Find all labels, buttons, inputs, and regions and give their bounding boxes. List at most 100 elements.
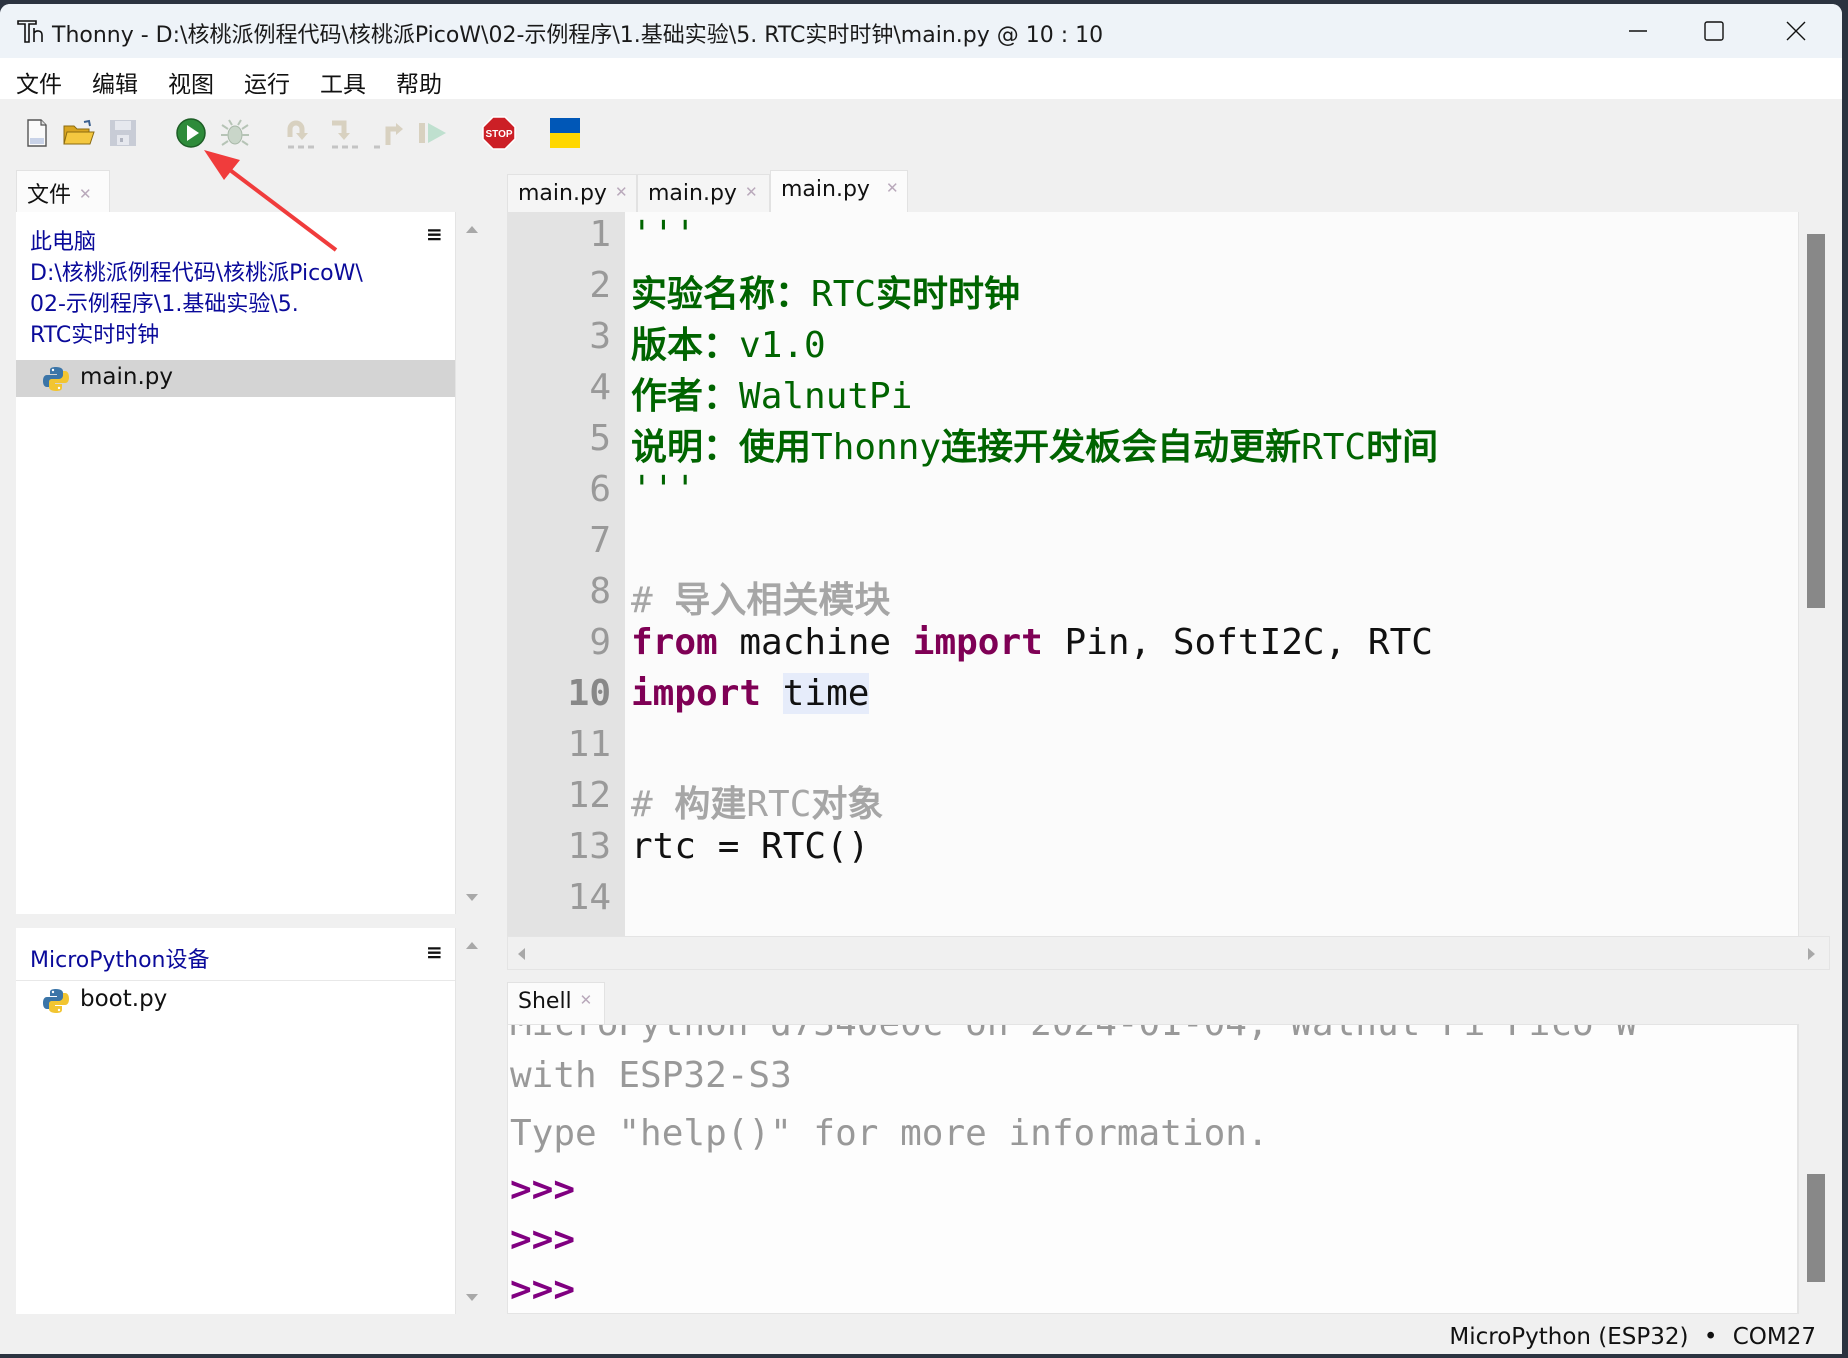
support-ukraine-button[interactable]: [548, 116, 582, 150]
code-line: 实验名称：RTC实时时钟: [631, 265, 1020, 317]
shell-vertical-scrollbar[interactable]: [1798, 1024, 1831, 1314]
scroll-left-icon[interactable]: [518, 948, 525, 960]
device-files-panel: MicroPython设备 ≡ boot.py: [16, 928, 455, 1314]
minimize-button[interactable]: [1600, 4, 1676, 58]
code-line: import time: [631, 673, 870, 714]
scrollbar-thumb[interactable]: [1807, 234, 1825, 608]
port-label: COM27: [1732, 1324, 1816, 1350]
code-line: 说明：使用Thonny连接开发板会自动更新RTC时间: [631, 418, 1438, 470]
menu-edit[interactable]: 编辑: [92, 65, 138, 99]
interpreter-status[interactable]: MicroPython (ESP32) • COM27: [1449, 1324, 1816, 1350]
open-file-button[interactable]: [62, 116, 96, 150]
line-number: 14: [567, 877, 611, 918]
code-token: #: [631, 784, 675, 825]
code-line: from machine import Pin, SoftI2C, RTC: [631, 622, 1433, 663]
device-panel-scrollbar[interactable]: [455, 928, 489, 1314]
close-icon[interactable]: ✕: [580, 991, 593, 1009]
code-line: ''': [631, 214, 696, 255]
editor-tab[interactable]: main.py ✕: [507, 174, 637, 212]
device-header[interactable]: MicroPython设备: [30, 942, 209, 974]
file-name: main.py: [80, 364, 173, 390]
python-file-icon: [43, 367, 69, 391]
code-line: # 导入相关模块: [631, 571, 890, 623]
code-token: 连接开发板会自动更新: [941, 427, 1302, 468]
status-separator: •: [1703, 1324, 1718, 1350]
menu-file[interactable]: 文件: [16, 65, 62, 99]
scroll-right-icon[interactable]: [1808, 948, 1815, 960]
line-number: 12: [567, 775, 611, 816]
tab-files[interactable]: 文件 ✕: [16, 170, 110, 212]
close-icon[interactable]: ✕: [615, 183, 628, 201]
scrollbar-thumb[interactable]: [1807, 1174, 1825, 1282]
shell-console[interactable]: MicroPython d7340e0c on 2024-01-04; Waln…: [507, 1024, 1798, 1314]
scroll-down-icon[interactable]: [466, 894, 478, 901]
python-file-icon: [43, 989, 69, 1013]
close-icon[interactable]: ✕: [79, 185, 92, 203]
open-folder-icon: [63, 119, 95, 145]
line-number: 13: [567, 826, 611, 867]
tab-shell-label: Shell: [518, 989, 572, 1014]
editor-vertical-scrollbar[interactable]: [1798, 212, 1831, 936]
menu-tools[interactable]: 工具: [320, 65, 366, 99]
maximize-button[interactable]: [1676, 4, 1752, 58]
line-number: 10: [567, 673, 611, 714]
step-over-button[interactable]: [284, 116, 318, 150]
run-button[interactable]: [174, 116, 208, 150]
code-token: 说明：使用: [631, 427, 812, 468]
line-number: 7: [589, 520, 611, 561]
panel-menu-icon[interactable]: ≡: [426, 940, 443, 964]
debug-button[interactable]: [218, 116, 252, 150]
computer-header[interactable]: 此电脑: [30, 224, 96, 256]
window-title: Thonny - D:\核桃派例程代码\核桃派PicoW\02-示例程序\1.基…: [52, 23, 1104, 48]
file-item[interactable]: main.py: [16, 360, 455, 397]
path-segment[interactable]: D:\核桃派例程代码\核桃派PicoW\: [30, 255, 363, 287]
computer-panel-scrollbar[interactable]: [455, 212, 489, 914]
close-icon[interactable]: ✕: [745, 183, 758, 201]
editor-tab-active[interactable]: main.py ✕: [770, 170, 908, 212]
thonny-icon: [16, 18, 46, 44]
path-segment[interactable]: 02-示例程序\1.基础实验\5.: [30, 286, 299, 318]
editor-tab[interactable]: main.py ✕: [637, 174, 770, 212]
code-token: ''': [631, 214, 697, 255]
scroll-up-icon[interactable]: [466, 226, 478, 233]
shell-prompt: >>>: [510, 1169, 576, 1210]
editor-tab-label: main.py: [648, 181, 737, 206]
panel-menu-icon[interactable]: ≡: [426, 222, 443, 246]
line-number: 3: [589, 316, 611, 357]
tab-shell[interactable]: Shell ✕: [507, 982, 605, 1024]
step-out-button[interactable]: [372, 116, 406, 150]
line-number: 9: [589, 622, 611, 663]
menu-view[interactable]: 视图: [168, 65, 214, 99]
editor-tab-label: main.py: [781, 177, 870, 202]
close-icon[interactable]: ✕: [886, 179, 899, 197]
stop-icon: STOP: [482, 116, 516, 150]
save-icon: [110, 120, 136, 146]
new-file-button[interactable]: [20, 116, 54, 150]
code-token: 构建: [674, 784, 747, 825]
step-into-button[interactable]: [328, 116, 362, 150]
scroll-down-icon[interactable]: [466, 1294, 478, 1301]
resume-button[interactable]: [416, 116, 450, 150]
code-token: machine: [717, 622, 913, 663]
code-token: ''': [631, 469, 697, 510]
menu-run[interactable]: 运行: [244, 65, 290, 99]
stop-button[interactable]: STOP: [482, 116, 516, 150]
menu-help[interactable]: 帮助: [396, 65, 442, 99]
editor-horizontal-scrollbar[interactable]: [507, 936, 1830, 970]
step-into-icon: [332, 120, 358, 149]
code-token: RTC: [1301, 427, 1367, 468]
new-file-icon: [27, 119, 47, 147]
close-button[interactable]: [1758, 4, 1834, 58]
file-item[interactable]: boot.py: [16, 982, 455, 1019]
code-line: 作者：WalnutPi: [631, 367, 912, 419]
code-token: 对象: [811, 784, 884, 825]
menu-bar: 文件 编辑 视图 运行 工具 帮助: [0, 58, 1842, 99]
save-file-button[interactable]: [106, 116, 140, 150]
code-editor[interactable]: 1 2 3 4 5 6 7 8 9 10 11 12 13 14 ''' 实验名称：RTC实时时钟 版本：v1…: [507, 212, 1798, 936]
path-segment[interactable]: RTC实时时钟: [30, 317, 159, 349]
scroll-up-icon[interactable]: [466, 942, 478, 949]
code-token: import: [631, 673, 762, 714]
code-token: 导入相关模块: [674, 580, 891, 621]
resume-icon: [419, 123, 446, 143]
line-number: 1: [589, 214, 611, 255]
